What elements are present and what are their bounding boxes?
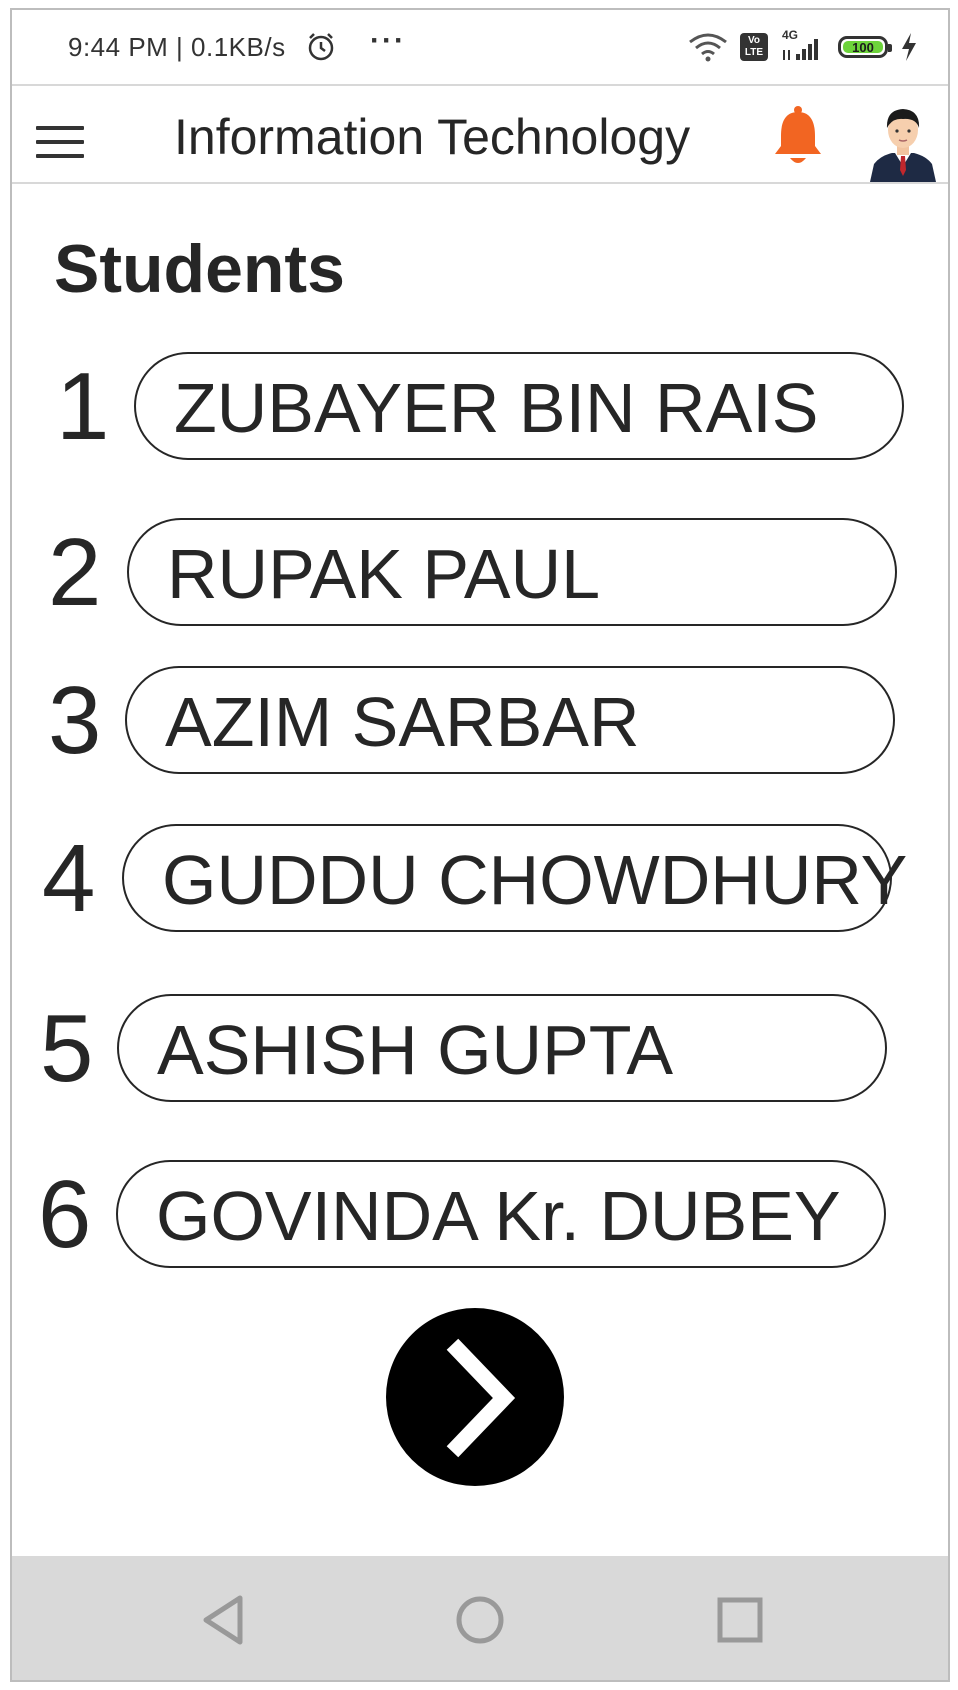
student-number: 3 <box>48 667 102 774</box>
next-button[interactable] <box>386 1308 564 1486</box>
student-button[interactable]: AZIM SARBAR <box>125 666 895 774</box>
student-name: GUDDU CHOWDHURY <box>162 841 908 919</box>
chevron-right-icon <box>446 1338 516 1458</box>
notification-bell-icon[interactable] <box>772 104 824 168</box>
battery-icon: 100 <box>838 36 892 58</box>
menu-icon[interactable] <box>36 126 84 160</box>
volte-icon: Vo LTE <box>740 33 768 61</box>
wifi-icon <box>689 33 727 62</box>
status-indicators: Vo LTE 4G 100 <box>688 28 918 64</box>
home-icon[interactable] <box>452 1592 508 1648</box>
student-number: 6 <box>38 1161 92 1268</box>
student-button[interactable]: ZUBAYER BIN RAIS <box>134 352 904 460</box>
back-icon[interactable] <box>196 1592 252 1648</box>
student-button[interactable]: RUPAK PAUL <box>127 518 897 626</box>
student-number: 1 <box>56 353 110 460</box>
page-title-bar: Information Technology <box>174 109 691 165</box>
student-button[interactable]: ASHISH GUPTA <box>117 994 887 1102</box>
profile-avatar[interactable] <box>870 102 936 182</box>
battery-level: 100 <box>843 40 883 55</box>
system-nav-bar <box>12 1556 948 1680</box>
student-name: AZIM SARBAR <box>165 683 640 761</box>
status-bar: 9:44 PM | 0.1KB/s ··· Vo LTE 4G 100 <box>12 10 948 84</box>
charging-icon <box>902 33 916 61</box>
signal-icon: 4G <box>780 28 826 62</box>
volte-label: Vo LTE <box>744 35 764 58</box>
student-button[interactable]: GOVINDA Kr. DUBEY <box>116 1160 886 1268</box>
student-name: GOVINDA Kr. DUBEY <box>156 1177 841 1255</box>
app-bar: Information Technology <box>12 84 948 184</box>
student-name: RUPAK PAUL <box>167 535 601 613</box>
status-time: 9:44 PM | 0.1KB/s <box>68 32 286 62</box>
recents-icon[interactable] <box>712 1592 768 1648</box>
alarm-icon <box>308 33 334 61</box>
student-name: ZUBAYER BIN RAIS <box>174 369 819 447</box>
students-heading: Students <box>54 231 345 307</box>
student-name: ASHISH GUPTA <box>157 1011 674 1089</box>
student-number: 2 <box>48 519 102 626</box>
student-button[interactable]: GUDDU CHOWDHURY <box>122 824 907 932</box>
student-number: 5 <box>40 995 94 1102</box>
more-notifications-indicator: ··· <box>370 24 406 57</box>
student-number: 4 <box>42 825 96 932</box>
